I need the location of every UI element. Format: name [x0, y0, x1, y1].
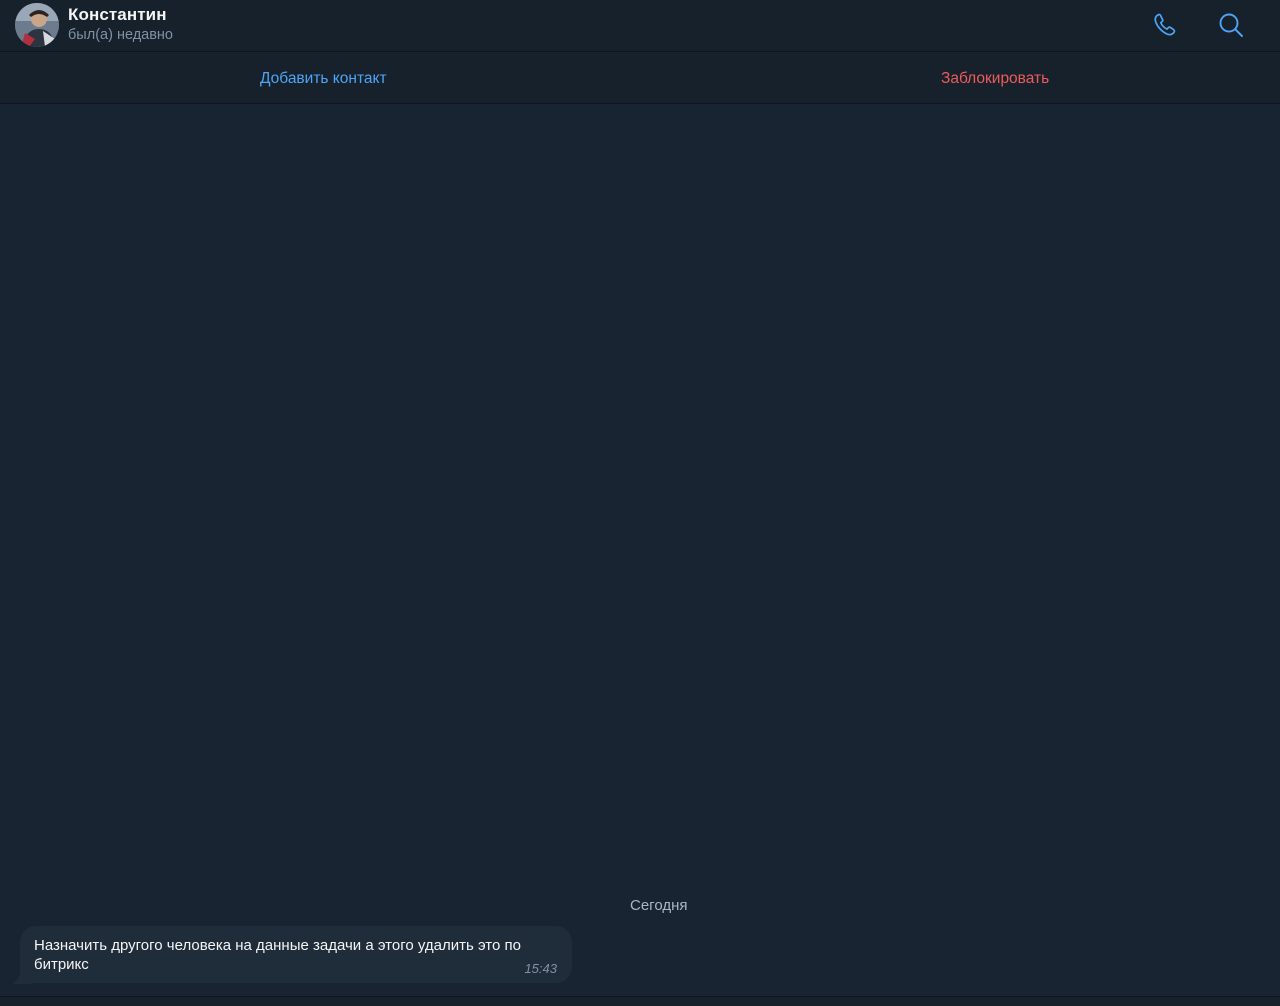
date-separator: Сегодня: [630, 897, 688, 914]
chat-window: Константин был(а) недавно Добавить конта…: [0, 0, 1280, 1006]
message-list[interactable]: Сегодня Назначить другого человека на да…: [0, 104, 1280, 996]
block-button[interactable]: Заблокировать: [941, 53, 1049, 104]
message-bubble[interactable]: Назначить другого человека на данные зад…: [20, 926, 572, 983]
add-contact-button[interactable]: Добавить контакт: [260, 53, 387, 104]
avatar[interactable]: [15, 3, 59, 47]
message-time: 15:43: [524, 961, 557, 976]
contact-action-bar: Добавить контакт Заблокировать: [0, 53, 1280, 104]
composer-edge: [0, 996, 1280, 1006]
contact-status: был(а) недавно: [68, 27, 173, 43]
phone-icon[interactable]: [1150, 10, 1180, 40]
message-text: Назначить другого человека на данные зад…: [34, 937, 521, 973]
chat-header: Константин был(а) недавно: [0, 0, 1280, 52]
contact-name[interactable]: Константин: [68, 5, 167, 25]
search-icon[interactable]: [1216, 10, 1246, 40]
avatar-image: [15, 3, 59, 47]
